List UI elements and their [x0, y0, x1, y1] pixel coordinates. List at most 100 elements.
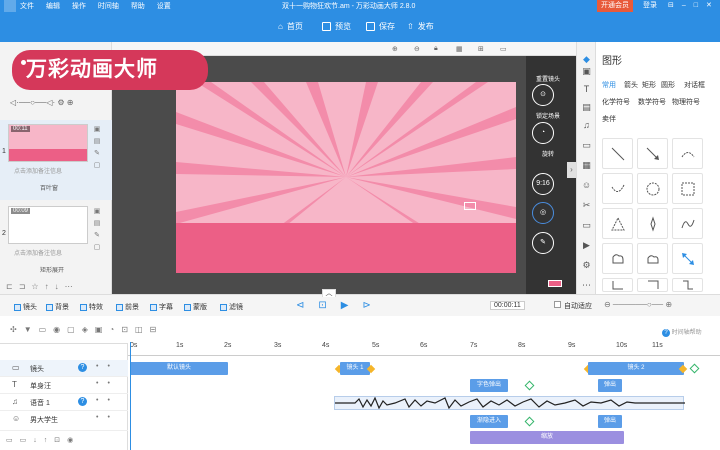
star-shape[interactable]: [637, 208, 668, 239]
triangle-shape[interactable]: [602, 208, 633, 239]
shape-icon[interactable]: ◆: [581, 54, 592, 65]
zoom-in-icon[interactable]: ⊕: [392, 45, 398, 53]
video-icon[interactable]: ▶: [581, 240, 592, 251]
elbow2-shape[interactable]: [637, 278, 668, 292]
auto-fit-checkbox[interactable]: [554, 301, 561, 308]
tab-foreground[interactable]: 前景: [116, 302, 139, 312]
lock-icon[interactable]: 🔒︎: [434, 45, 438, 53]
clip-fadein[interactable]: 渐隐进入: [470, 415, 508, 428]
role-icon[interactable]: ☺: [581, 180, 592, 191]
time-input[interactable]: 00:00:11: [490, 301, 525, 310]
elbow3-shape[interactable]: [672, 278, 703, 292]
track-character[interactable]: ☺ 男大学生 ••: [0, 411, 128, 431]
menu-operation[interactable]: 操作: [72, 3, 86, 10]
category-math[interactable]: 数学符号: [638, 97, 666, 107]
collapse-timeline-icon[interactable]: ︿: [322, 289, 336, 297]
settings-icon[interactable]: ⚙: [581, 260, 592, 271]
audio-clip[interactable]: [334, 396, 685, 410]
menu-settings[interactable]: 设置: [157, 3, 171, 10]
text-icon[interactable]: T: [581, 84, 592, 95]
time-ruler[interactable]: 0s 1s 2s 3s 4s 5s 6s 7s 8s 9s 10s 11s: [128, 340, 720, 356]
folder-icon[interactable]: ▭: [581, 220, 592, 231]
cloud2-shape[interactable]: [637, 243, 668, 274]
curve-shape[interactable]: [602, 173, 633, 204]
category-chemistry[interactable]: 化学符号: [602, 97, 630, 107]
scene-item-2[interactable]: 2 00:09 点击添加备注信息 矩形展开 ▣ ▤ ✎ ▢: [0, 202, 112, 282]
home-button[interactable]: ⌂ 首页: [278, 21, 303, 32]
track-actions[interactable]: ▭▭↓↑⊡◉: [6, 436, 80, 444]
scene-item-1[interactable]: 1 00:11 点击添加备注信息 百叶窗 ▣ ▤ ✎ ▢: [0, 120, 112, 200]
line-shape[interactable]: [602, 138, 633, 169]
playback-controls[interactable]: ⊲⊡▶⊳: [296, 300, 385, 311]
tool-icon[interactable]: ✂: [581, 200, 592, 211]
clip-camera-2[interactable]: 镜头 2: [588, 362, 684, 375]
clip-popout[interactable]: 弹出: [598, 415, 622, 428]
double-arrow-shape[interactable]: [672, 243, 703, 274]
login-button[interactable]: 登录: [643, 0, 657, 12]
category-circle[interactable]: 圆形: [661, 80, 675, 90]
menu-help[interactable]: 帮助: [131, 3, 145, 10]
mini-preview[interactable]: [548, 280, 562, 287]
arc-shape[interactable]: [672, 138, 703, 169]
category-physics[interactable]: 物理符号: [672, 97, 700, 107]
track-text[interactable]: T 单身汪 ••: [0, 377, 128, 394]
grid-icon[interactable]: ▦: [456, 45, 463, 53]
menu-file[interactable]: 文件: [20, 3, 34, 10]
speech-icon[interactable]: ▭: [581, 140, 592, 151]
image-icon[interactable]: ▣: [581, 66, 592, 77]
track-voice[interactable]: ♫ 语音 1 ? ••: [0, 394, 128, 411]
arrow-shape[interactable]: [637, 138, 668, 169]
scene-icon[interactable]: ▤: [581, 102, 592, 113]
timeline-tracks[interactable]: 默认镜头 镜头 1 镜头 2 字色弹出 弹出 渐隐进入 弹出 缩放: [128, 356, 720, 450]
track-camera[interactable]: ▭ 镜头 ? ••: [0, 360, 128, 377]
category-rect[interactable]: 矩形: [642, 80, 656, 90]
music-icon[interactable]: ♫: [581, 120, 592, 131]
layer-icon[interactable]: ▭: [500, 45, 507, 53]
cloud-shape[interactable]: [602, 243, 633, 274]
zoom-out-icon[interactable]: ⊖: [414, 45, 420, 53]
scene-note[interactable]: 点击添加备注信息: [14, 248, 62, 257]
reset-camera-button[interactable]: ⊙: [532, 84, 554, 106]
timeline-zoom-slider[interactable]: ⊖ ──────○── ⊕: [604, 300, 672, 309]
timeline-tools[interactable]: ✣▼▭◉▢◈▣◔⊡◫⊟: [10, 325, 163, 334]
menu-edit[interactable]: 编辑: [46, 3, 60, 10]
clip-zoom[interactable]: 缩放: [470, 431, 624, 444]
stage-canvas[interactable]: [176, 82, 516, 273]
scene-tools[interactable]: ▣ ▤ ✎ ▢: [93, 206, 101, 254]
camera-toggle-button[interactable]: ◎: [532, 202, 554, 224]
edit-camera-button[interactable]: ✎: [532, 232, 554, 254]
camera-frame-icon[interactable]: [464, 202, 476, 210]
menu-timeline[interactable]: 时间轴: [98, 3, 119, 10]
tab-camera[interactable]: 镜头: [14, 302, 37, 312]
vip-button[interactable]: 开通会员: [597, 0, 633, 12]
window-controls[interactable]: ⊟–□✕: [668, 0, 720, 12]
category-common[interactable]: 常用: [602, 80, 616, 90]
collapse-panel-icon[interactable]: ›: [567, 162, 576, 178]
more-icon[interactable]: ⋯: [581, 280, 592, 291]
elbow-shape[interactable]: [602, 278, 633, 292]
scene-tools[interactable]: ▣ ▤ ✎ ▢: [93, 124, 101, 172]
scene-actions[interactable]: ⊏⊐☆↑↓⋯: [6, 282, 79, 291]
scene-transition[interactable]: 矩形展开: [40, 265, 64, 274]
preview-button[interactable]: 预览: [322, 21, 351, 32]
ratio-button[interactable]: 9:16: [532, 173, 554, 195]
tab-filter[interactable]: 滤镜: [220, 302, 243, 312]
playhead[interactable]: [130, 342, 131, 450]
category-dialog[interactable]: 对话框: [684, 80, 705, 90]
tab-subtitle[interactable]: 字幕: [150, 302, 173, 312]
square-shape[interactable]: [672, 173, 703, 204]
circle-shape[interactable]: [637, 173, 668, 204]
clip-default-camera[interactable]: 默认镜头: [130, 362, 228, 375]
volume-slider[interactable]: ◁·──○──◁· ⚙ ⊕: [10, 98, 98, 112]
wave-shape[interactable]: [672, 208, 703, 239]
clip-text-popout[interactable]: 弹出: [598, 379, 622, 392]
clip-text-popin[interactable]: 字色弹出: [470, 379, 508, 392]
timeline-help[interactable]: ? 时间轴帮助: [662, 327, 702, 337]
help-icon[interactable]: ?: [78, 397, 87, 406]
tab-mask[interactable]: 蒙版: [184, 302, 207, 312]
publish-button[interactable]: ⇧ 发布: [407, 21, 434, 32]
category-other[interactable]: 卖伴: [602, 114, 616, 124]
help-icon[interactable]: ?: [78, 363, 87, 372]
align-icon[interactable]: ⊞: [478, 45, 484, 53]
chart-icon[interactable]: ▦: [581, 160, 592, 171]
